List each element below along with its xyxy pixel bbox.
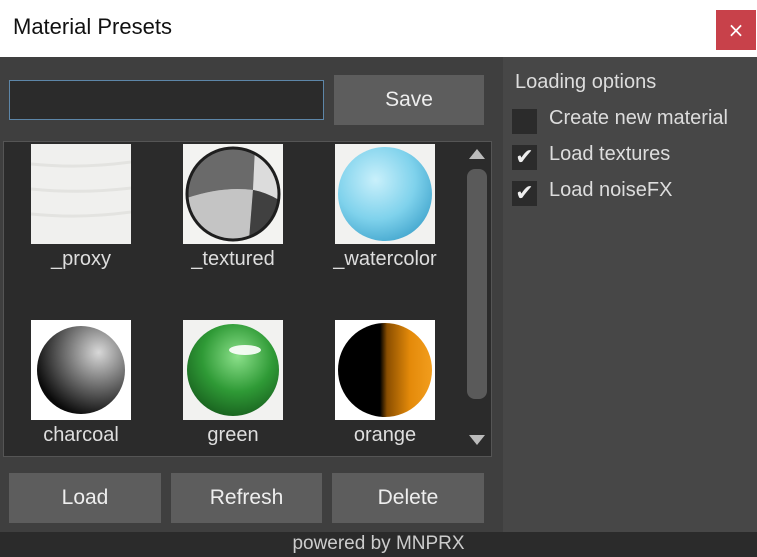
scroll-thumb[interactable] <box>467 169 487 399</box>
load-textures-checkbox[interactable]: ✔ <box>512 145 537 170</box>
save-button[interactable]: Save <box>334 75 484 125</box>
grid-scrollbar[interactable] <box>465 145 489 453</box>
material-presets-window: Material Presets × Save _proxy _textured… <box>0 0 757 557</box>
checkmark-icon: ✔ <box>515 145 534 170</box>
title-bar: Material Presets × <box>0 0 757 57</box>
preset-label: charcoal <box>43 424 119 446</box>
footer-bar: powered by MNPRX <box>0 532 757 557</box>
load-noisefx-checkbox[interactable]: ✔ <box>512 181 537 206</box>
option-label: Load textures <box>549 143 671 165</box>
delete-button[interactable]: Delete <box>332 473 484 523</box>
load-button[interactable]: Load <box>9 473 161 523</box>
refresh-button[interactable]: Refresh <box>171 473 322 523</box>
preset-label: _proxy <box>50 248 112 270</box>
black-orange-split-sphere-icon <box>335 320 435 420</box>
preset-label: _watercolor <box>333 248 437 270</box>
charcoal-sphere-icon <box>31 320 131 420</box>
preset-name-input[interactable] <box>9 80 324 120</box>
paper-swatch-icon <box>31 144 131 244</box>
powered-by-text: powered by MNPRX <box>292 533 465 554</box>
preset-label: orange <box>353 424 417 446</box>
preset-label: green <box>207 424 259 446</box>
gray-quadrant-sphere-icon <box>183 144 283 244</box>
option-label: Load noiseFX <box>549 179 673 201</box>
scroll-down-arrow-icon[interactable] <box>469 435 485 445</box>
blue-watercolor-sphere-icon <box>335 144 435 244</box>
close-button[interactable]: × <box>716 10 756 50</box>
preset-label: _textured <box>191 248 275 270</box>
window-title: Material Presets <box>13 14 172 39</box>
scroll-up-arrow-icon[interactable] <box>469 149 485 159</box>
preset-grid[interactable]: _proxy _textured _watercolor charcoal gr… <box>3 141 492 457</box>
loading-options-title: Loading options <box>515 71 657 93</box>
green-glossy-sphere-icon <box>183 320 283 420</box>
create-new-material-checkbox[interactable] <box>512 109 537 134</box>
checkmark-icon: ✔ <box>515 181 534 206</box>
option-label: Create new material <box>549 107 728 129</box>
